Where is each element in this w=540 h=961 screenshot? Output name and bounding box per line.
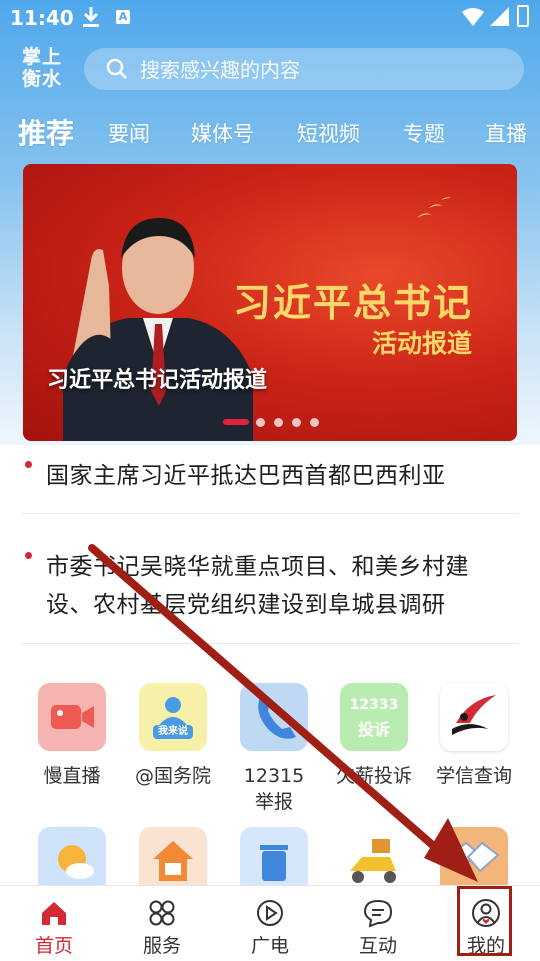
tab-short-video[interactable]: 短视频 xyxy=(297,118,360,148)
nav-label: 首页 xyxy=(34,935,73,957)
tab-news[interactable]: 要闻 xyxy=(108,118,150,148)
wifi-icon xyxy=(462,8,484,26)
video-camera-icon xyxy=(38,683,106,751)
complaint-number: 12333 xyxy=(349,697,399,713)
news-title: 国家主席习近平抵达巴西首都巴西利亚 xyxy=(46,463,446,489)
status-bar: 11:40 A xyxy=(0,0,540,36)
news-title-line: 市委书记吴晓华就重点项目、和美乡村建 xyxy=(46,554,469,580)
search-bar[interactable] xyxy=(84,48,524,90)
tab-recommend[interactable]: 推荐 xyxy=(18,112,74,152)
status-time: 11:40 xyxy=(10,6,74,30)
wo-lai-shuo-icon: 我来说 xyxy=(139,683,207,751)
signal-icon xyxy=(490,7,509,26)
news-title-line: 设、农村基层党组织建设到阜城县调研 xyxy=(46,592,446,618)
banner-caption: 习近平总书记活动报道 xyxy=(47,368,268,393)
nav-broadcast[interactable]: 广电 xyxy=(216,886,324,961)
chat-icon xyxy=(363,899,393,928)
a-icon: A xyxy=(116,10,130,24)
service-label: 慢直播 xyxy=(43,765,101,787)
banner-carousel[interactable]: 习近平总书记 活动报道 习近平总书记活动报道 xyxy=(23,164,517,441)
nav-label: 服务 xyxy=(142,935,181,957)
news-bullet xyxy=(25,461,32,468)
nav-label: 互动 xyxy=(358,935,397,957)
tab-topics[interactable]: 专题 xyxy=(403,118,445,148)
home-icon xyxy=(42,902,66,925)
xuexin-logo-icon xyxy=(440,683,508,751)
nav-profile[interactable]: 我的 xyxy=(432,886,540,961)
play-circle-icon xyxy=(257,900,283,926)
profile-icon xyxy=(472,899,500,927)
bottom-nav: 首页 服务 广电 互动 我的 xyxy=(0,885,540,961)
nav-label: 广电 xyxy=(250,935,289,957)
service-label: 12315 举报 xyxy=(243,765,305,813)
doves-icon xyxy=(417,197,451,218)
divider xyxy=(22,513,518,514)
carousel-dot[interactable] xyxy=(310,418,319,427)
grid-icon xyxy=(149,900,175,926)
banner-headline: 习近平总书记 xyxy=(233,281,474,325)
divider xyxy=(22,643,518,644)
nav-service[interactable]: 服务 xyxy=(108,886,216,961)
complaint-icon: 12333 投诉 xyxy=(340,683,408,751)
app-logo[interactable]: 掌上衡水 xyxy=(22,46,70,90)
news-bullet xyxy=(25,552,32,559)
search-input[interactable] xyxy=(138,54,502,86)
tab-media[interactable]: 媒体号 xyxy=(191,118,254,148)
tab-live[interactable]: 直播 xyxy=(485,118,527,148)
download-icon xyxy=(83,7,99,27)
service-label: @国务院 xyxy=(134,765,211,787)
carousel-dot[interactable] xyxy=(292,418,301,427)
nav-interact[interactable]: 互动 xyxy=(324,886,432,961)
carousel-dot[interactable] xyxy=(223,419,249,425)
banner-subhead: 活动报道 xyxy=(372,329,473,358)
search-icon xyxy=(106,58,127,79)
nav-label: 我的 xyxy=(466,935,505,957)
news-item[interactable]: 市委书记吴晓华就重点项目、和美乡村建 设、农村基层党组织建设到阜城县调研 xyxy=(22,545,518,635)
complaint-text: 投诉 xyxy=(357,720,390,739)
wo-lai-shuo-text: 我来说 xyxy=(158,726,188,737)
channel-tabs: 推荐 要闻 媒体号 短视频 专题 直播 xyxy=(0,110,540,160)
news-item[interactable]: 国家主席习近平抵达巴西首都巴西利亚 xyxy=(22,455,518,505)
battery-icon xyxy=(517,5,529,27)
phone-icon xyxy=(240,683,308,751)
service-label: 学信查询 xyxy=(435,765,512,787)
service-label: 欠薪投诉 xyxy=(335,765,412,787)
carousel-dot[interactable] xyxy=(274,418,283,427)
carousel-dot[interactable] xyxy=(256,418,265,427)
nav-home[interactable]: 首页 xyxy=(0,886,108,961)
leader-photo xyxy=(63,218,253,441)
